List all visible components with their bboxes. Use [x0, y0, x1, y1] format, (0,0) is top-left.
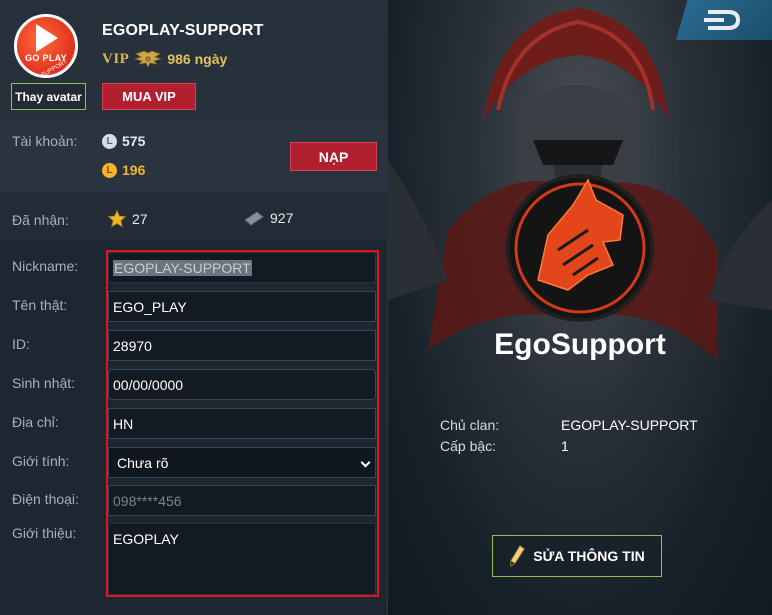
id-label: ID:	[12, 336, 30, 352]
profile-panel: GO PLAY SUPPORT Thay avatar EGOPLAY-SUPP…	[0, 0, 388, 615]
back-button[interactable]	[676, 0, 772, 40]
received-section: Đã nhận: 27 927	[0, 192, 388, 240]
stars-received: 27	[107, 209, 148, 229]
received-label: Đã nhận:	[12, 212, 69, 228]
realname-label: Tên thật:	[12, 297, 68, 313]
silver-coin-icon: L	[102, 133, 117, 149]
spartan-background-art	[388, 8, 772, 360]
gold-coin-icon: L	[102, 162, 117, 178]
vip-status: VIP 986 ngày	[102, 48, 227, 70]
highlight-box	[106, 250, 379, 597]
edit-info-label: SỬA THÔNG TIN	[533, 548, 645, 564]
silver-balance-value: 575	[122, 133, 146, 149]
ticket-icon	[244, 211, 264, 226]
clan-name: EgoSupport	[494, 328, 666, 361]
items-value: 927	[270, 210, 294, 226]
clan-leader-label: Chủ clan:	[440, 417, 500, 433]
clan-panel: EgoSupport Chủ clan: EGOPLAY-SUPPORT Cấp…	[388, 0, 772, 615]
clan-rank-label: Cấp bậc:	[440, 438, 497, 454]
stars-value: 27	[132, 211, 148, 227]
account-label: Tài khoản:	[12, 133, 78, 149]
gold-balance-value: 196	[122, 162, 146, 178]
vip-label: VIP	[102, 50, 130, 67]
profile-header: GO PLAY SUPPORT Thay avatar EGOPLAY-SUPP…	[0, 0, 388, 121]
silver-balance: L 575	[102, 133, 145, 149]
birthday-label: Sinh nhật:	[12, 375, 76, 391]
logo-play-icon	[36, 24, 58, 52]
star-icon	[107, 209, 127, 228]
vip-wings-icon	[133, 49, 163, 69]
avatar: GO PLAY SUPPORT	[14, 14, 78, 78]
vip-days: 986 ngày	[167, 51, 228, 67]
bio-label: Giới thiệu:	[12, 525, 77, 541]
topup-button[interactable]: NẠP	[290, 142, 377, 171]
items-received: 927	[243, 209, 293, 227]
nickname-label: Nickname:	[12, 258, 79, 274]
gender-label: Giới tính:	[12, 453, 70, 469]
username: EGOPLAY-SUPPORT	[102, 22, 264, 39]
edit-info-button[interactable]: SỬA THÔNG TIN	[492, 535, 662, 577]
gold-balance: L 196	[102, 162, 145, 178]
change-avatar-button[interactable]: Thay avatar	[11, 83, 86, 110]
phone-label: Điện thoại:	[12, 491, 79, 507]
buy-vip-button[interactable]: MUA VIP	[102, 83, 196, 110]
d-logo-icon	[704, 10, 741, 30]
clan-leader-value: EGOPLAY-SUPPORT	[561, 417, 698, 433]
address-label: Địa chỉ:	[12, 414, 59, 430]
clan-rank-value: 1	[561, 438, 569, 454]
pencil-icon	[510, 545, 525, 567]
